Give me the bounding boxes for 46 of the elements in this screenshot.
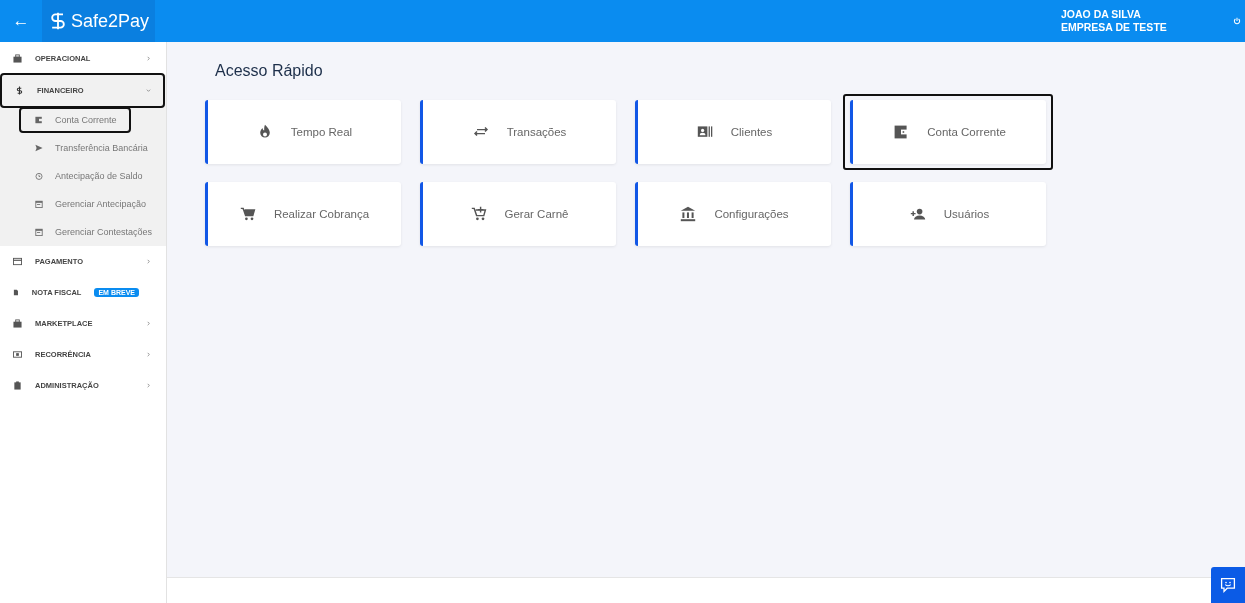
chevron-right-icon [146, 321, 151, 326]
bag-icon [13, 319, 22, 328]
chevron-right-icon [146, 352, 151, 357]
clipboard-icon [13, 381, 22, 390]
quick-access-tile[interactable]: Usuários [850, 182, 1046, 246]
calendar-icon [35, 200, 43, 208]
section-title: Acesso Rápido [215, 62, 324, 80]
film-icon [13, 350, 22, 359]
quick-access-tile[interactable]: Gerar Carnê [420, 182, 616, 246]
quick-access-tile[interactable]: Transações [420, 100, 616, 164]
power-icon[interactable] [1233, 17, 1241, 25]
personadd-icon [909, 206, 926, 222]
user-name: JOAO DA SILVA [1061, 8, 1142, 21]
back-button[interactable]: ← [0, 0, 42, 42]
briefcase-icon [13, 54, 22, 63]
submenu-item[interactable]: Conta Corrente [21, 109, 129, 131]
logo-icon [48, 10, 68, 32]
calendar-icon [35, 228, 43, 236]
chevron-right-icon [146, 56, 151, 61]
cartplus-icon [470, 206, 487, 222]
quick-access-tile[interactable]: Tempo Real [205, 100, 401, 164]
quick-access-tile[interactable]: Configurações [635, 182, 831, 246]
cart-icon [239, 206, 256, 222]
quick-access-tile[interactable]: Conta Corrente [850, 100, 1046, 164]
quick-access-tile[interactable]: Clientes [635, 100, 831, 164]
doc-icon [13, 288, 19, 297]
logo: Safe2Pay [42, 0, 156, 42]
company-name: EMPRESA DE TESTE [1061, 21, 1168, 34]
clock-icon [35, 172, 43, 180]
submenu-item[interactable]: Transferência Bancária [21, 134, 148, 162]
dollar-icon [15, 86, 24, 95]
submenu-item[interactable]: Antecipação de Saldo [21, 162, 143, 190]
quick-access-tile[interactable]: Realizar Cobrança [205, 182, 401, 246]
submenu-item[interactable]: Gerenciar Antecipação [21, 190, 147, 218]
feedback-button[interactable] [1211, 567, 1245, 603]
wallet-icon [35, 116, 43, 124]
chevron-right-icon [146, 259, 151, 264]
wallet-icon [893, 124, 910, 140]
bank-icon [680, 206, 697, 222]
contacts-icon [696, 124, 713, 140]
chevron-right-icon [146, 383, 151, 388]
card-icon [13, 257, 22, 266]
submenu-item[interactable]: Gerenciar Contestações [21, 218, 153, 246]
chat-icon [1220, 577, 1236, 593]
send-icon [35, 144, 43, 152]
chevron-down-icon [146, 88, 151, 93]
